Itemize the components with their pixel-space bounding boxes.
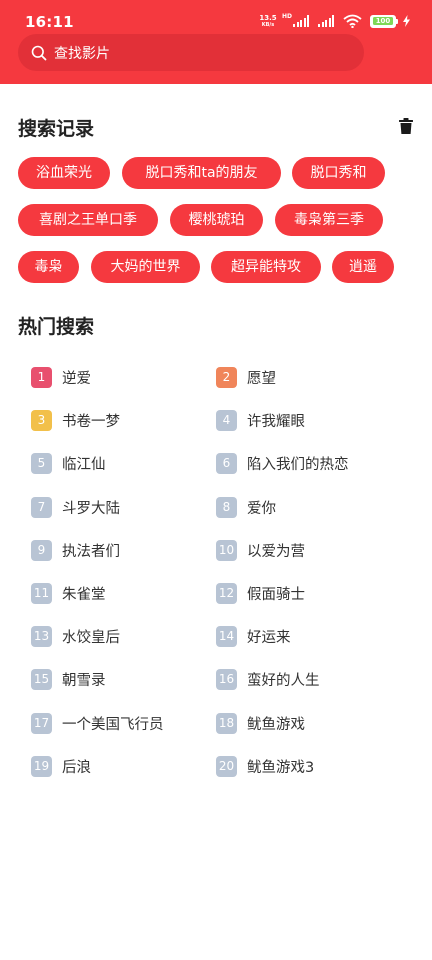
hot-search-item[interactable]: 9 执法者们	[31, 539, 120, 561]
hot-search-label: 朝雪录	[62, 672, 106, 689]
history-chip[interactable]: 毒枭	[18, 251, 79, 283]
hot-search-item[interactable]: 1 逆爱	[31, 366, 91, 388]
hot-search-item[interactable]: 10 以爱为营	[216, 539, 305, 561]
hot-search-label: 愿望	[247, 370, 276, 387]
history-chip[interactable]: 樱桃琥珀	[170, 204, 263, 236]
hot-search-label: 一个美国飞行员	[62, 716, 164, 733]
rank-badge: 11	[31, 582, 52, 604]
hot-search-label: 陷入我们的热恋	[247, 456, 349, 473]
rank-badge: 19	[31, 755, 52, 777]
hot-search-label: 逆爱	[62, 370, 91, 387]
status-time: 16:11	[25, 13, 74, 31]
hd-badge: HD	[281, 13, 292, 20]
hot-search-label: 爱你	[247, 500, 276, 517]
hot-search-label: 好运来	[247, 629, 291, 646]
hot-search-item[interactable]: 11 朱雀堂	[31, 582, 106, 604]
hot-search-item[interactable]: 6 陷入我们的热恋	[216, 452, 349, 474]
hot-search-label: 书卷一梦	[62, 413, 120, 430]
hot-search-label: 执法者们	[62, 543, 120, 560]
trash-icon[interactable]	[399, 118, 413, 134]
hot-search-item[interactable]: 13 水饺皇后	[31, 625, 120, 647]
hot-search-label: 以爱为营	[247, 543, 305, 560]
rank-badge: 15	[31, 668, 52, 690]
hot-search-item[interactable]: 5 临江仙	[31, 452, 106, 474]
search-bar[interactable]: 查找影片	[18, 34, 364, 71]
rank-badge: 8	[216, 496, 237, 518]
rank-badge: 14	[216, 625, 237, 647]
hot-search-item[interactable]: 3 书卷一梦	[31, 409, 120, 431]
rank-badge: 6	[216, 452, 237, 474]
rank-badge: 2	[216, 366, 237, 388]
hot-search-label: 后浪	[62, 759, 91, 776]
hot-search-label: 朱雀堂	[62, 586, 106, 603]
rank-badge: 1	[31, 366, 52, 388]
history-chip[interactable]: 喜剧之王单口季	[18, 204, 158, 236]
hot-search-label: 水饺皇后	[62, 629, 120, 646]
history-chip[interactable]: 大妈的世界	[91, 251, 200, 283]
hot-search-item[interactable]: 12 假面骑士	[216, 582, 305, 604]
header: 16:11 13.5 KB/s HD 100 查找影片	[0, 0, 432, 84]
network-speed: 13.5 KB/s	[259, 13, 277, 28]
rank-badge: 4	[216, 409, 237, 431]
history-chip[interactable]: 脱口秀和	[292, 157, 385, 189]
rank-badge: 10	[216, 539, 237, 561]
rank-badge: 7	[31, 496, 52, 518]
hot-search-item[interactable]: 7 斗罗大陆	[31, 496, 120, 518]
search-history-title: 搜索记录	[18, 118, 95, 140]
hot-search-item[interactable]: 8 爱你	[216, 496, 276, 518]
history-chip[interactable]: 浴血荣光	[18, 157, 110, 189]
rank-badge: 5	[31, 452, 52, 474]
hot-search-item[interactable]: 16 蛮好的人生	[216, 668, 320, 690]
history-chip[interactable]: 脱口秀和ta的朋友	[122, 157, 281, 189]
history-chip[interactable]: 毒枭第三季	[275, 204, 383, 236]
hot-search-title: 热门搜索	[18, 316, 95, 338]
hot-search-item[interactable]: 19 后浪	[31, 755, 91, 777]
rank-badge: 18	[216, 712, 237, 734]
signal-icon-sim1	[293, 15, 309, 27]
hot-search-label: 鱿鱼游戏	[247, 716, 305, 733]
hot-search-item[interactable]: 20 鱿鱼游戏3	[216, 755, 314, 777]
rank-badge: 12	[216, 582, 237, 604]
rank-badge: 13	[31, 625, 52, 647]
charging-icon	[403, 15, 410, 27]
rank-badge: 20	[216, 755, 237, 777]
hot-search-label: 临江仙	[62, 456, 106, 473]
status-icons: 13.5 KB/s HD 100	[259, 13, 410, 29]
hot-search-label: 鱿鱼游戏3	[247, 759, 315, 776]
hot-search-label: 斗罗大陆	[62, 500, 120, 517]
hot-search-item[interactable]: 18 鱿鱼游戏	[216, 712, 305, 734]
battery-level: 100	[373, 17, 393, 25]
rank-badge: 16	[216, 668, 237, 690]
hot-search-label: 蛮好的人生	[247, 672, 320, 689]
battery-icon: 100	[370, 14, 398, 28]
rank-badge: 17	[31, 712, 52, 734]
hot-search-item[interactable]: 4 许我耀眼	[216, 409, 305, 431]
hot-search-item[interactable]: 17 一个美国飞行员	[31, 712, 164, 734]
hot-search-item[interactable]: 15 朝雪录	[31, 668, 106, 690]
signal-icon-sim2	[318, 15, 334, 27]
history-chip[interactable]: 超异能特攻	[211, 251, 321, 283]
hot-search-item[interactable]: 14 好运来	[216, 625, 291, 647]
history-chip[interactable]: 逍遥	[332, 251, 394, 283]
rank-badge: 9	[31, 539, 52, 561]
rank-badge: 3	[31, 409, 52, 431]
hot-search-label: 许我耀眼	[247, 413, 305, 430]
search-input[interactable]: 查找影片	[54, 43, 110, 63]
hot-search-item[interactable]: 2 愿望	[216, 366, 276, 388]
search-icon	[31, 45, 47, 60]
hot-search-label: 假面骑士	[247, 586, 305, 603]
wifi-icon	[343, 14, 362, 28]
